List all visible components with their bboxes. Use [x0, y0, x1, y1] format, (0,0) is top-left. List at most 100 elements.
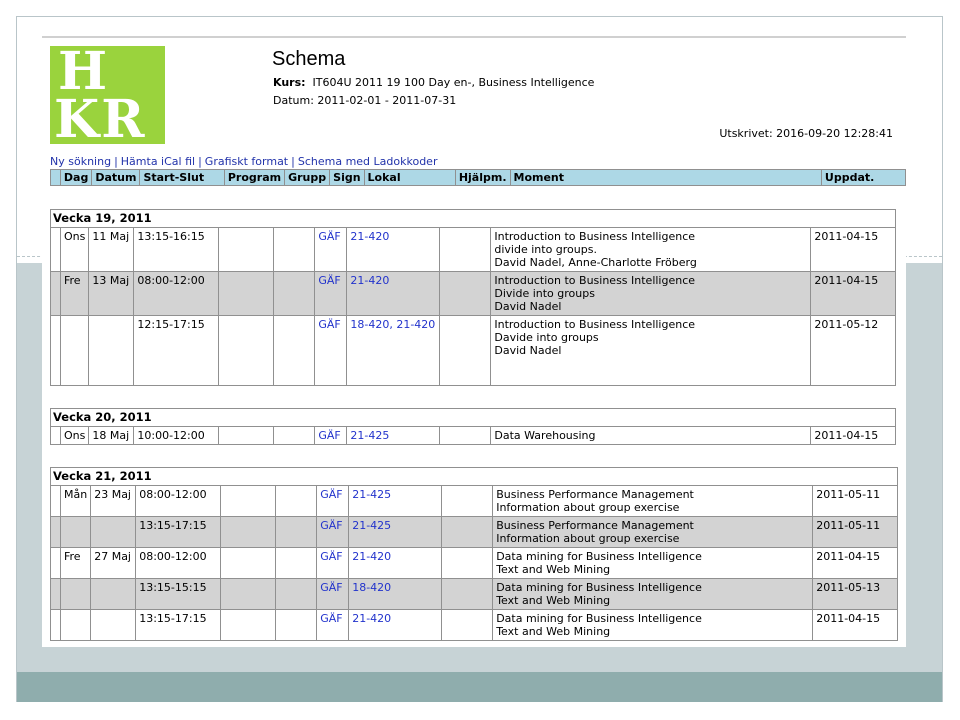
- cell-lokal[interactable]: 18-420, 21-420: [346, 315, 441, 386]
- cell-sign[interactable]: GÄF: [316, 516, 350, 548]
- column-header-uppdat: Uppdat.: [820, 169, 907, 186]
- ladok-schedule-link[interactable]: Schema med Ladokkoder: [298, 155, 438, 168]
- column-header-hjalpm: Hjälpm.: [454, 169, 511, 186]
- cell-sign[interactable]: GÄF: [316, 609, 350, 641]
- date-value: 2011-02-01 - 2011-07-31: [317, 94, 457, 107]
- week-title: Vecka 21, 2011: [49, 467, 899, 486]
- date-label: Datum:: [273, 94, 314, 107]
- cell-sign[interactable]: GÄF: [314, 426, 348, 445]
- slide-footer-band: [17, 672, 942, 702]
- cell-hjalpm: [441, 609, 494, 641]
- cell-start-slut: 13:15-15:15: [135, 578, 222, 610]
- table-row: Mån 23 Maj 08:00-12:00 GÄF 21-425 Business Pe…: [50, 485, 899, 517]
- cell-sign[interactable]: GÄF: [316, 485, 350, 517]
- cell-start-slut: 13:15-17:15: [135, 516, 222, 548]
- table-row: 13:15-15:15 GÄF 18-420 Data mining for Busi…: [50, 578, 899, 610]
- cell-datum: 27 Maj: [90, 547, 137, 579]
- cell-moment: Data Warehousing: [490, 426, 812, 445]
- moment-line: Introduction to Business Intelligence: [494, 230, 696, 243]
- cell-moment: Introduction to Business Intelligence Div…: [490, 271, 812, 316]
- row-spacer: [50, 271, 61, 316]
- moment-line: Data mining for Business Intelligence: [496, 581, 702, 594]
- cell-program: [220, 609, 277, 641]
- cell-sign[interactable]: GÄF: [314, 271, 348, 316]
- moment-line: Text and Web Mining: [496, 594, 611, 607]
- column-spacer: [50, 169, 61, 186]
- link-separator: |: [198, 155, 202, 168]
- moment-line: Text and Web Mining: [496, 563, 611, 576]
- cell-lokal[interactable]: 21-425: [348, 485, 443, 517]
- table-row: Fre 13 Maj 08:00-12:00 GÄF 21-420 Introductio…: [50, 271, 897, 316]
- cell-program: [220, 547, 277, 579]
- cell-lokal[interactable]: 21-420: [348, 547, 443, 579]
- schedule-header: Dag Datum Start-Slut Program Grupp Sign …: [50, 169, 907, 186]
- cell-hjalpm: [441, 516, 494, 548]
- course-label: Kurs:: [273, 76, 306, 89]
- cell-lokal[interactable]: 21-420: [348, 609, 443, 641]
- cell-grupp: [273, 315, 316, 386]
- cell-hjalpm: [441, 578, 494, 610]
- cell-sign[interactable]: GÄF: [314, 315, 348, 386]
- graphic-format-link[interactable]: Grafiskt format: [205, 155, 288, 168]
- column-header-grupp: Grupp: [284, 169, 331, 186]
- moment-line: divide into groups.: [494, 243, 597, 256]
- cell-dag: Ons: [59, 426, 90, 445]
- cell-lokal[interactable]: 21-425: [346, 426, 441, 445]
- cell-sign[interactable]: GÄF: [314, 227, 348, 272]
- cell-program: [220, 516, 277, 548]
- cell-datum: 13 Maj: [88, 271, 135, 316]
- date-info: Datum: 2011-02-01 - 2011-07-31: [273, 94, 456, 107]
- week-title: Vecka 20, 2011: [49, 408, 897, 427]
- cell-dag: Ons: [59, 227, 90, 272]
- cell-start-slut: 13:15-17:15: [135, 609, 222, 641]
- cell-hjalpm: [441, 547, 494, 579]
- column-header-start-slut: Start-Slut: [139, 169, 225, 186]
- cell-sign[interactable]: GÄF: [316, 547, 350, 579]
- cell-uppdat: 2011-05-11: [812, 516, 899, 548]
- cell-lokal[interactable]: 21-420: [346, 271, 441, 316]
- moment-line: Introduction to Business Intelligence: [494, 318, 696, 331]
- cell-datum: 11 Maj: [88, 227, 135, 272]
- course-info: Kurs: IT604U 2011 19 100 Day en-, Busine…: [273, 76, 594, 89]
- new-search-link[interactable]: Ny sökning: [50, 155, 111, 168]
- cell-uppdat: 2011-04-15: [810, 271, 897, 316]
- week-table: Vecka 19, 2011 Ons 11 Maj 13:15-16:15 GÄF 21-…: [49, 209, 897, 386]
- cell-lokal[interactable]: 18-420: [348, 578, 443, 610]
- cell-lokal[interactable]: 21-420: [346, 227, 441, 272]
- moment-line: Data Warehousing: [494, 429, 596, 442]
- moment-line: Introduction to Business Intelligence: [494, 274, 696, 287]
- logo-text-line2: KR: [54, 89, 147, 150]
- table-row: Ons 11 Maj 13:15-16:15 GÄF 21-420 Introductio…: [50, 227, 897, 272]
- moment-line: David Nadel, Anne-Charlotte Fröberg: [494, 256, 697, 269]
- cell-moment: Introduction to Business Intelligence div…: [490, 227, 812, 272]
- moment-line: Business Performance Management: [496, 488, 694, 501]
- cell-start-slut: 10:00-12:00: [133, 426, 220, 445]
- cell-hjalpm: [439, 315, 492, 386]
- week-title: Vecka 19, 2011: [49, 209, 897, 228]
- cell-dag: [59, 578, 92, 610]
- row-spacer: [50, 578, 61, 610]
- column-header-moment: Moment: [509, 169, 822, 186]
- moment-line: Divide into groups: [494, 287, 595, 300]
- cell-program: [218, 227, 275, 272]
- cell-datum: 18 Maj: [88, 426, 135, 445]
- moment-line: David Nadel: [494, 300, 562, 313]
- cell-dag: [59, 315, 90, 386]
- cell-lokal[interactable]: 21-425: [348, 516, 443, 548]
- moment-line: Business Performance Management: [496, 519, 694, 532]
- table-row: Ons 18 Maj 10:00-12:00 GÄF 21-425 Data Wareho…: [50, 426, 897, 445]
- cell-grupp: [275, 609, 318, 641]
- moment-line: Data mining for Business Intelligence: [496, 550, 702, 563]
- ical-download-link[interactable]: Hämta iCal fil: [121, 155, 195, 168]
- column-header-lokal: Lokal: [363, 169, 456, 186]
- moment-line: Data mining for Business Intelligence: [496, 612, 702, 625]
- cell-moment: Data mining for Business Intelligence Tex…: [492, 609, 814, 641]
- cell-program: [220, 578, 277, 610]
- cell-grupp: [275, 578, 318, 610]
- column-header-sign: Sign: [329, 169, 365, 186]
- cell-uppdat: 2011-05-11: [812, 485, 899, 517]
- cell-moment: Data mining for Business Intelligence Tex…: [492, 578, 814, 610]
- cell-start-slut: 12:15-17:15: [133, 315, 220, 386]
- week-table: Vecka 21, 2011 Mån 23 Maj 08:00-12:00 GÄF 21-…: [49, 467, 899, 641]
- cell-sign[interactable]: GÄF: [316, 578, 350, 610]
